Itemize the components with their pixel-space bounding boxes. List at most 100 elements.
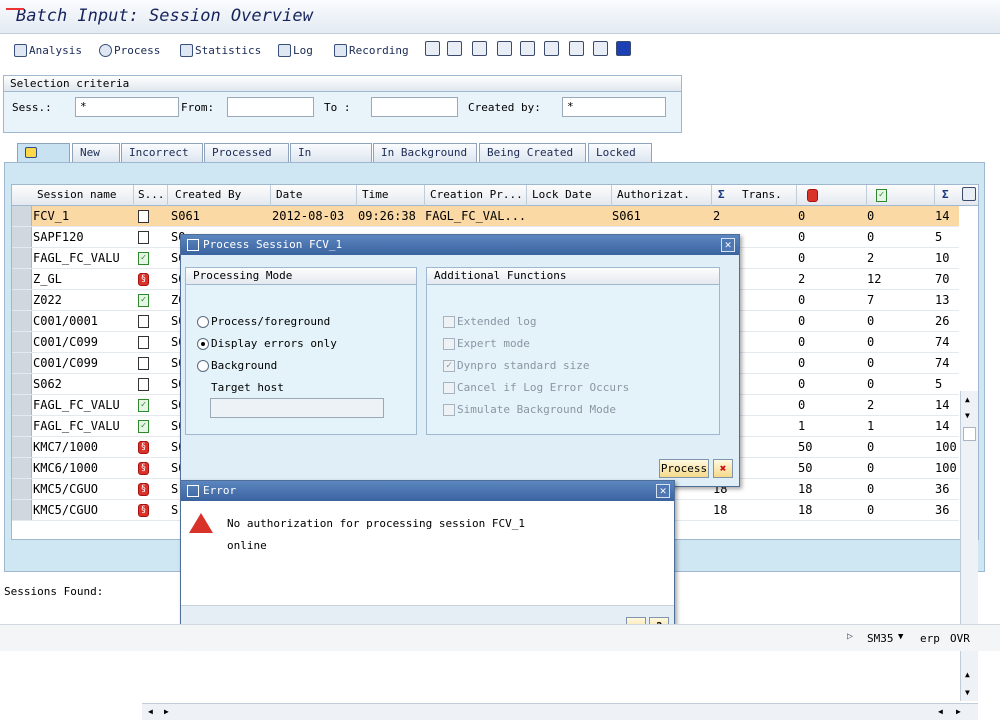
cell-creation: FAGL_FC_VAL...	[425, 209, 527, 223]
cell-name: C001/C099	[33, 356, 99, 370]
layout-icon[interactable]	[593, 41, 608, 56]
tab-being-created[interactable]: Being Created	[479, 143, 586, 163]
col-status[interactable]: S...	[138, 188, 165, 201]
transaction-code[interactable]: SM35	[867, 632, 894, 645]
error-status-icon: §	[138, 504, 149, 517]
scroll-down-icon[interactable]: ▼	[965, 411, 970, 420]
analysis-button[interactable]: Analysis	[14, 41, 82, 59]
process-confirm-button[interactable]: Process	[659, 459, 709, 478]
tab-in-process[interactable]: In Process	[290, 143, 372, 177]
row-selector[interactable]	[12, 353, 32, 373]
col-lock-date[interactable]: Lock Date	[532, 188, 592, 201]
processed-status-icon: ✓	[138, 294, 149, 307]
col-authorization[interactable]: Authorizat.	[617, 188, 690, 201]
cell-total: 36	[935, 503, 950, 517]
col-date[interactable]: Date	[276, 188, 303, 201]
status-expand-icon[interactable]: ▷	[847, 631, 853, 642]
insert-mode[interactable]: OVR	[950, 632, 970, 645]
delete-icon[interactable]	[425, 41, 440, 56]
cell-auth: S061	[612, 209, 641, 223]
scroll-right-icon[interactable]: ▶	[956, 707, 961, 716]
row-selector[interactable]	[12, 269, 32, 289]
scroll-up-icon[interactable]: ▲	[965, 395, 970, 404]
row-selector[interactable]	[12, 437, 32, 457]
created-by-label: Created by:	[468, 101, 541, 114]
cell-total: 74	[935, 335, 950, 349]
process-dialog-close-button[interactable]: ✕	[721, 238, 735, 252]
tab-all[interactable]	[17, 143, 70, 163]
target-host-input[interactable]	[210, 398, 384, 418]
cell-ok: 0	[867, 503, 875, 517]
background-radio[interactable]	[197, 360, 209, 372]
cell-name: FAGL_FC_VALU	[33, 251, 120, 265]
tab-locked[interactable]: Locked	[588, 143, 652, 163]
row-selector[interactable]	[12, 248, 32, 268]
sort-icon[interactable]	[544, 41, 559, 56]
col-creation-program[interactable]: Creation Pr...	[430, 188, 523, 201]
errors-only-radio[interactable]	[197, 338, 209, 350]
error-dialog-close-button[interactable]: ✕	[656, 484, 670, 498]
cell-ok: 0	[867, 482, 875, 496]
sum-total-icon[interactable]: Σ	[942, 188, 949, 201]
session-input[interactable]: *	[75, 97, 179, 117]
process-button[interactable]: Process	[99, 41, 160, 59]
row-selector[interactable]	[12, 500, 32, 520]
log-button[interactable]: Log	[278, 41, 313, 59]
col-processed-icon[interactable]: ✓	[876, 189, 887, 202]
cancel-on-error-checkbox[interactable]	[443, 382, 455, 394]
extended-log-checkbox[interactable]	[443, 316, 455, 328]
row-selector[interactable]	[12, 458, 32, 478]
flag-icon[interactable]	[497, 41, 512, 56]
scroll-left-icon[interactable]: ◀	[938, 707, 943, 716]
row-selector[interactable]	[12, 416, 32, 436]
scroll-right-icon[interactable]: ▶	[164, 707, 169, 716]
tab-in-background[interactable]: In Background	[373, 143, 477, 163]
row-selector[interactable]	[12, 290, 32, 310]
filter-icon[interactable]	[520, 41, 535, 56]
row-selector[interactable]	[12, 227, 32, 247]
unlock-icon[interactable]	[472, 41, 487, 56]
expert-mode-checkbox[interactable]	[443, 338, 455, 350]
scroll-thumb[interactable]	[963, 427, 976, 441]
table-row[interactable]: FCV_1 S061 2012-08-03 09:26:38 FAGL_FC_VAL..…	[12, 206, 959, 227]
tab-processed[interactable]: Processed	[204, 143, 289, 163]
horizontal-scrollbar[interactable]: ◀ ▶ ◀ ▶	[142, 703, 978, 720]
tab-new[interactable]: New	[72, 143, 120, 163]
cell-total: 5	[935, 230, 943, 244]
simulate-background-checkbox[interactable]	[443, 404, 455, 416]
row-selector[interactable]	[12, 332, 32, 352]
to-date-input[interactable]	[371, 97, 458, 117]
cell-total: 74	[935, 356, 950, 370]
created-by-input[interactable]: *	[562, 97, 666, 117]
col-session-name[interactable]: Session name	[37, 188, 116, 201]
info-icon[interactable]	[616, 41, 631, 56]
statistics-button[interactable]: Statistics	[180, 41, 261, 59]
col-transactions[interactable]: Trans.	[742, 188, 782, 201]
col-time[interactable]: Time	[362, 188, 389, 201]
row-selector[interactable]	[12, 374, 32, 394]
recording-button[interactable]: Recording	[334, 41, 409, 59]
col-error-icon[interactable]	[807, 189, 818, 202]
row-selector[interactable]	[12, 311, 32, 331]
row-selector[interactable]	[12, 479, 32, 499]
tcode-dropdown-icon[interactable]: ▼	[898, 632, 903, 642]
scroll-up-icon[interactable]: ▲	[965, 670, 970, 679]
from-date-input[interactable]	[227, 97, 314, 117]
export-icon[interactable]	[569, 41, 584, 56]
row-selector[interactable]	[12, 395, 32, 415]
scroll-left-icon[interactable]: ◀	[148, 707, 153, 716]
cell-ok: 0	[867, 440, 875, 454]
vertical-scrollbar[interactable]: ▲ ▼ ▲ ▼	[960, 391, 978, 701]
foreground-radio[interactable]	[197, 316, 209, 328]
cancel-x-icon[interactable]: ✖	[713, 459, 733, 478]
scroll-down-icon[interactable]: ▼	[965, 688, 970, 697]
lock-icon[interactable]	[447, 41, 462, 56]
application-toolbar: Analysis Process Statistics Log Recordin…	[0, 35, 1000, 63]
row-selector[interactable]	[12, 206, 32, 226]
cell-name: C001/C099	[33, 335, 99, 349]
col-created-by[interactable]: Created By	[175, 188, 241, 201]
tab-incorrect[interactable]: Incorrect	[121, 143, 203, 163]
col-separator	[526, 185, 527, 206]
column-settings-icon[interactable]	[962, 187, 976, 201]
dynpro-size-checkbox[interactable]: ✓	[443, 360, 455, 372]
